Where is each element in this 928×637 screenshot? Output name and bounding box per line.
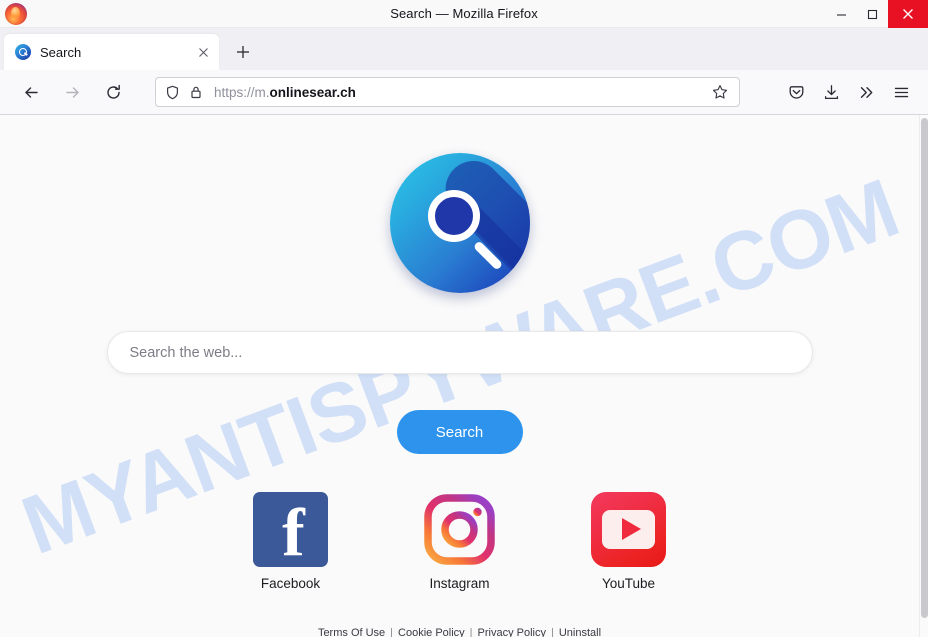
scrollbar-thumb[interactable] [921, 118, 928, 618]
search-globe-favicon [15, 44, 31, 60]
footer-separator: | [469, 627, 473, 637]
search-button[interactable]: Search [396, 410, 523, 454]
page-footer: Terms Of Use | Cookie Policy | Privacy Polic… [0, 627, 919, 637]
shortcut-label: Facebook [260, 576, 321, 591]
tab-strip: Search [0, 28, 928, 70]
page-viewport: MYANTISPYWARE.COM Search Facebook [0, 115, 928, 637]
url-text[interactable]: https://m.onlinesear.ch [214, 85, 708, 100]
shortcut-instagram[interactable]: Instagram [414, 492, 506, 591]
footer-link-uninstall[interactable]: Uninstall [559, 627, 601, 637]
chevron-double-right-icon[interactable] [851, 77, 882, 108]
instagram-icon [422, 492, 497, 567]
facebook-icon [253, 492, 328, 570]
padlock-icon[interactable] [189, 85, 203, 99]
reload-button[interactable] [97, 76, 129, 108]
youtube-icon [591, 492, 666, 567]
shortcut-facebook[interactable]: Facebook [245, 492, 337, 591]
minimize-button[interactable] [826, 0, 857, 28]
hamburger-menu-icon[interactable] [886, 77, 917, 108]
page-scrollbar[interactable] [919, 115, 928, 637]
url-bar[interactable]: https://m.onlinesear.ch [155, 77, 740, 107]
footer-separator: | [551, 627, 554, 637]
magnifier-ring-icon [427, 190, 480, 242]
new-tab-button[interactable] [229, 38, 257, 66]
download-icon[interactable] [816, 77, 847, 108]
footer-link-cookie[interactable]: Cookie Policy [398, 627, 465, 637]
url-scheme: https://m. [214, 84, 270, 100]
shortcut-label: Instagram [429, 576, 490, 591]
tab-title: Search [40, 44, 82, 60]
window-title: Search — Mozilla Firefox [390, 5, 538, 21]
shortcut-list: Facebook [245, 492, 675, 591]
search-input[interactable] [129, 344, 790, 361]
shortcut-youtube[interactable]: YouTube [583, 492, 675, 591]
pocket-icon[interactable] [781, 77, 812, 108]
footer-link-privacy[interactable]: Privacy Policy [478, 627, 546, 637]
toolbar-right-icons [781, 77, 919, 108]
shortcut-label: YouTube [601, 576, 656, 591]
navigation-toolbar: https://m.onlinesear.ch [0, 70, 928, 115]
footer-separator: | [390, 627, 394, 637]
browser-window: Search — Mozilla Firefox Search https://… [0, 0, 928, 637]
window-controls [826, 0, 928, 28]
forward-button[interactable] [56, 76, 88, 108]
tracking-protection-shield-icon[interactable] [165, 85, 180, 100]
close-tab-icon[interactable] [193, 42, 213, 62]
close-button[interactable] [888, 0, 928, 28]
bookmark-star-icon[interactable] [708, 80, 732, 104]
maximize-button[interactable] [857, 0, 888, 28]
firefox-logo-icon [5, 3, 27, 25]
title-bar: Search — Mozilla Firefox [0, 0, 928, 28]
search-homepage: MYANTISPYWARE.COM Search Facebook [0, 115, 919, 637]
url-host: onlinesear.ch [269, 84, 356, 100]
back-button[interactable] [15, 76, 47, 108]
footer-link-terms[interactable]: Terms Of Use [318, 627, 385, 637]
tab-search[interactable]: Search [4, 34, 219, 70]
onlinesearch-magnifier-logo [389, 153, 530, 293]
search-field[interactable] [106, 331, 813, 374]
